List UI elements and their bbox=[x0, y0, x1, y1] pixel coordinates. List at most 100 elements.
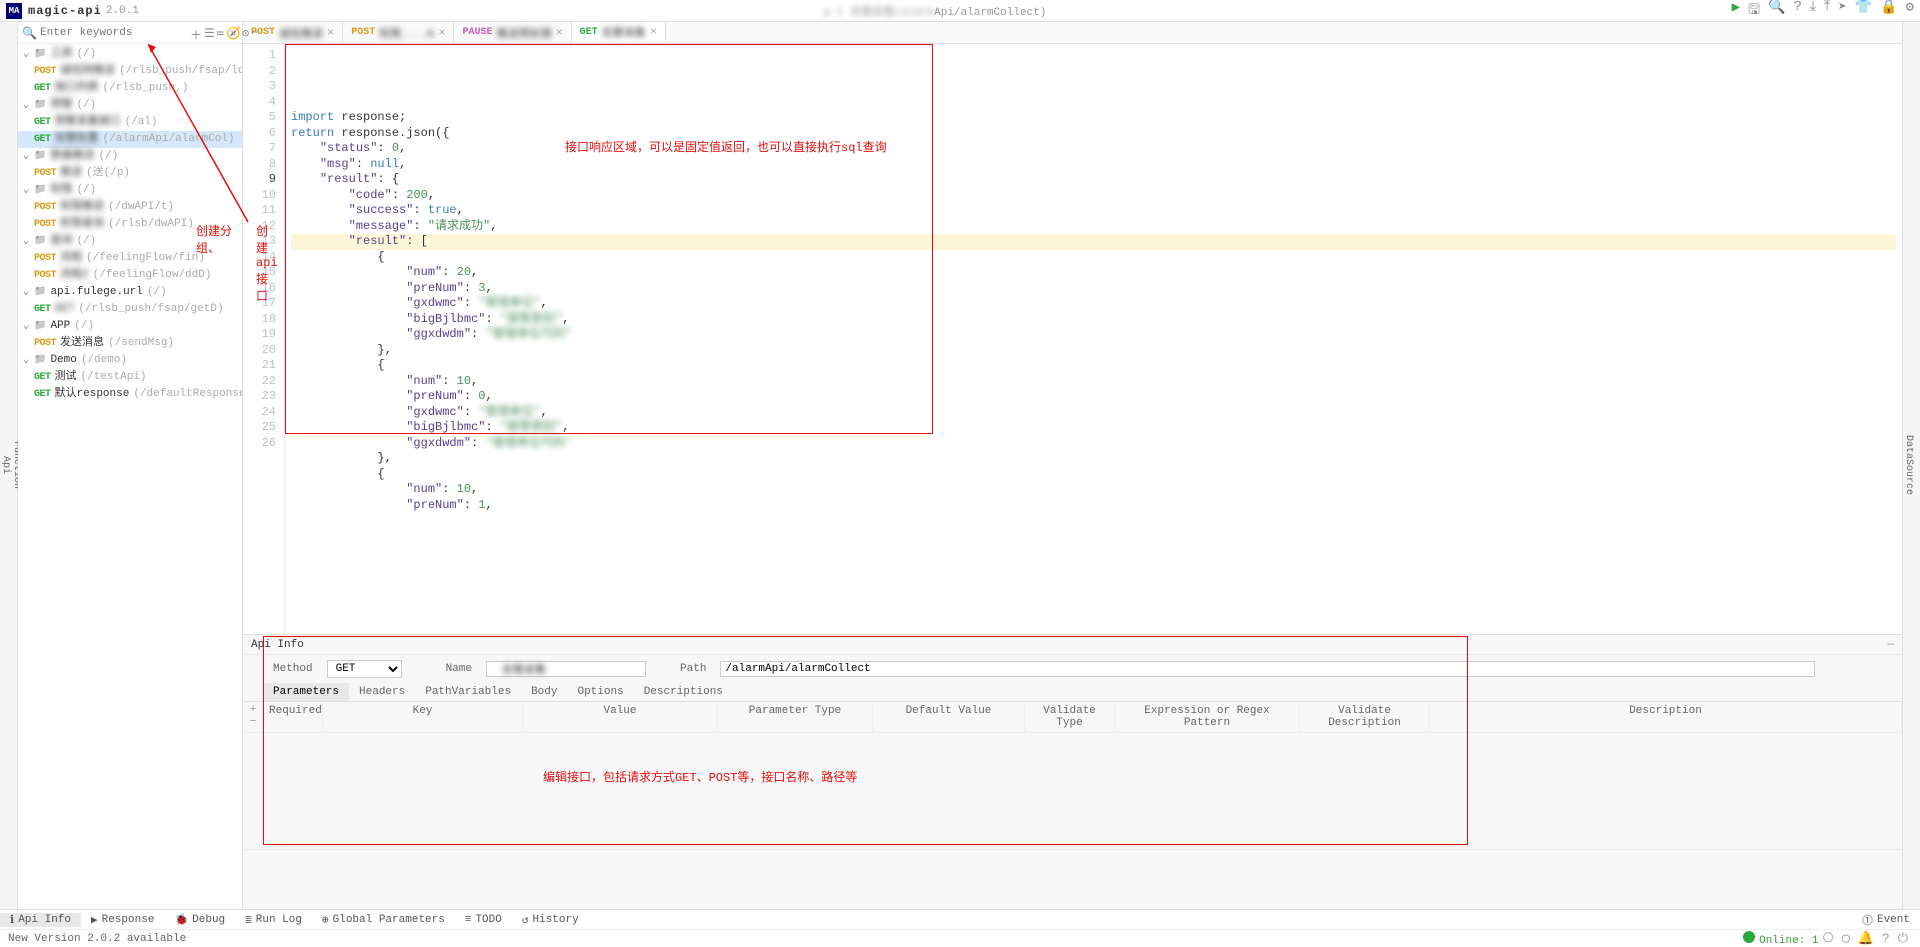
tree-api-item[interactable]: POST权限查询(/rlsb/dwAPI) bbox=[18, 216, 242, 233]
apiinfo-tab[interactable]: Body bbox=[521, 683, 567, 701]
api-path: (/feelingFlow/ddD) bbox=[93, 268, 212, 283]
tree-folder[interactable]: ⌄Demo(/demo) bbox=[18, 352, 242, 369]
search-icon[interactable]: 🔍 bbox=[1768, 0, 1785, 23]
collapse-icon[interactable]: − bbox=[251, 26, 258, 40]
folder-name: api.fulege.url bbox=[50, 285, 142, 300]
lock-icon[interactable]: 🔒 bbox=[1880, 0, 1897, 23]
chevron-down-icon[interactable]: ⌄ bbox=[22, 47, 30, 62]
help-icon[interactable]: ? bbox=[1793, 0, 1801, 23]
footer-tab[interactable]: ⓵Event bbox=[1852, 912, 1920, 928]
http-method-badge: PAUSE bbox=[462, 27, 492, 38]
chevron-down-icon[interactable]: ⌄ bbox=[22, 353, 30, 368]
apiinfo-tab[interactable]: Parameters bbox=[263, 683, 349, 701]
footer-tab[interactable]: ↺History bbox=[512, 913, 589, 927]
close-icon[interactable]: × bbox=[555, 26, 562, 40]
tree-api-item[interactable]: POST发送消息(/sendMsg) bbox=[18, 335, 242, 352]
add-folder-icon[interactable]: ☰ bbox=[204, 26, 215, 40]
skin-icon[interactable]: 👕 bbox=[1855, 0, 1872, 23]
apiinfo-tab[interactable]: Descriptions bbox=[634, 683, 733, 701]
folder-path: (/) bbox=[76, 183, 96, 198]
add-param-icon[interactable]: + bbox=[250, 704, 257, 716]
settings-icon[interactable]: ⚙ bbox=[1906, 0, 1914, 23]
cloud-down-icon[interactable]: ⤓ bbox=[1810, 0, 1816, 23]
editor-tab[interactable]: GET告警采集× bbox=[572, 22, 666, 43]
http-method-badge: POST bbox=[34, 200, 56, 215]
footer-tab[interactable]: 🐞Debug bbox=[164, 913, 235, 927]
chevron-down-icon[interactable]: ⌄ bbox=[22, 149, 30, 164]
footer-tab[interactable]: ▶Response bbox=[81, 913, 164, 927]
footer-tab-icon: ⓵ bbox=[1862, 912, 1873, 928]
chevron-down-icon[interactable]: ⌄ bbox=[22, 285, 30, 300]
apiinfo-tab[interactable]: Headers bbox=[349, 683, 415, 701]
tree-api-item[interactable]: GET告警处置(/alarmApi/alarmCol) bbox=[18, 131, 242, 148]
code[interactable]: 接口响应区域，可以是固定值返回，也可以直接执行sql查询 import resp… bbox=[285, 44, 1902, 634]
power-icon[interactable]: ⏻ bbox=[1898, 931, 1908, 946]
tree-api-item[interactable]: POST流程2(/feelingFlow/ddD) bbox=[18, 267, 242, 284]
col-validate-desc: Validate Description bbox=[1300, 702, 1430, 732]
path-input[interactable] bbox=[720, 661, 1815, 677]
remove-param-icon[interactable]: − bbox=[250, 716, 257, 728]
tab-label: 推送预处理 bbox=[496, 25, 551, 41]
tree-search-input[interactable] bbox=[38, 27, 188, 39]
locate-icon[interactable]: 🧭 bbox=[226, 26, 240, 40]
folder-icon bbox=[34, 47, 46, 62]
statusbar: New Version 2.0.2 available Online: 1 ⎔ … bbox=[0, 929, 1920, 947]
help2-icon[interactable]: ? bbox=[1882, 931, 1890, 946]
run-icon[interactable]: ▶ bbox=[1732, 0, 1740, 23]
close-icon[interactable]: × bbox=[650, 25, 657, 39]
pos-icon[interactable]: ⊙ bbox=[242, 26, 249, 40]
editor-tab[interactable]: PAUSE 推送预处理 × bbox=[454, 22, 571, 43]
http-method-badge: GET bbox=[34, 81, 51, 96]
rail-datasource[interactable]: DataSource bbox=[1903, 429, 1914, 501]
minimize-icon[interactable]: — bbox=[1887, 639, 1894, 651]
tree-api-item[interactable]: POST流程(/feelingFlow/fin) bbox=[18, 250, 242, 267]
gitee-icon[interactable]: ◯ bbox=[1842, 931, 1850, 946]
api-name: 测试 bbox=[55, 370, 77, 385]
save-icon[interactable]: 🖫 bbox=[1748, 0, 1760, 23]
footer-tab[interactable]: ℹApi Info bbox=[0, 913, 81, 927]
tree-api-item[interactable]: POST推送(送(/p) bbox=[18, 165, 242, 182]
send-icon[interactable]: ➤ bbox=[1838, 0, 1846, 23]
footer-tab[interactable]: ≣Run Log bbox=[235, 913, 312, 927]
tree-api-item[interactable]: GET默认response(/defaultResponse) bbox=[18, 386, 242, 403]
tree-api-item[interactable]: POST诚信网推送(/rlsb_push/fsap/login) bbox=[18, 63, 242, 80]
editor-tab[interactable]: POST权限....K× bbox=[343, 22, 454, 43]
folder-path: (/demo) bbox=[81, 353, 127, 368]
col-default: Default Value bbox=[873, 702, 1025, 732]
rail-api[interactable]: Api bbox=[0, 450, 11, 480]
footer-tab[interactable]: ⊕Global Parameters bbox=[312, 913, 455, 927]
name-input[interactable] bbox=[486, 661, 646, 677]
close-icon[interactable]: × bbox=[327, 26, 334, 40]
cloud-up-icon[interactable]: ⤒ bbox=[1824, 0, 1830, 23]
expand-icon[interactable]: ≔ bbox=[217, 26, 224, 40]
chevron-down-icon[interactable]: ⌄ bbox=[22, 183, 30, 198]
tree-folder[interactable]: ⌄预警(/) bbox=[18, 97, 242, 114]
tree-api-item[interactable]: GET接口列表(/rlsb_push,) bbox=[18, 80, 242, 97]
tree[interactable]: ⌄工商(/)POST诚信网推送(/rlsb_push/fsap/login)GE… bbox=[18, 44, 242, 909]
method-label: Method bbox=[273, 663, 313, 675]
chevron-down-icon[interactable]: ⌄ bbox=[22, 234, 30, 249]
apiinfo-tab[interactable]: Options bbox=[567, 683, 633, 701]
chevron-down-icon[interactable]: ⌄ bbox=[22, 98, 30, 113]
chevron-down-icon[interactable]: ⌄ bbox=[22, 319, 30, 334]
tree-api-item[interactable]: GET预警采集接口(/al) bbox=[18, 114, 242, 131]
apiinfo-tab[interactable]: PathVariables bbox=[415, 683, 521, 701]
method-select[interactable]: GET bbox=[327, 660, 402, 678]
tree-folder[interactable]: ⌄APP(/) bbox=[18, 318, 242, 335]
api-name: GET bbox=[55, 302, 75, 317]
tree-api-item[interactable]: POST权限推送(/dwAPI/t) bbox=[18, 199, 242, 216]
tree-folder[interactable]: ⌄权限(/) bbox=[18, 182, 242, 199]
tree-folder[interactable]: ⌄数据推送(/) bbox=[18, 148, 242, 165]
github-icon[interactable]: ⎔ bbox=[1823, 931, 1834, 946]
tree-folder[interactable]: ⌄工商(/) bbox=[18, 46, 242, 63]
tree-api-item[interactable]: GETGET(/rlsb_push/fsap/getD) bbox=[18, 301, 242, 318]
api-name: 推送 bbox=[60, 166, 82, 181]
footer-tab[interactable]: ≡TODO bbox=[455, 913, 512, 927]
tree-folder[interactable]: ⌄api.fulege.url(/) bbox=[18, 284, 242, 301]
code-editor[interactable]: 1234567891011121314151617181920212223242… bbox=[243, 44, 1902, 634]
close-icon[interactable]: × bbox=[438, 26, 445, 40]
add-file-icon[interactable]: ＋ bbox=[190, 26, 202, 40]
tree-api-item[interactable]: GET测试(/testApi) bbox=[18, 369, 242, 386]
notify-icon[interactable] bbox=[1858, 931, 1874, 946]
tree-folder[interactable]: ⌄查询(/) bbox=[18, 233, 242, 250]
